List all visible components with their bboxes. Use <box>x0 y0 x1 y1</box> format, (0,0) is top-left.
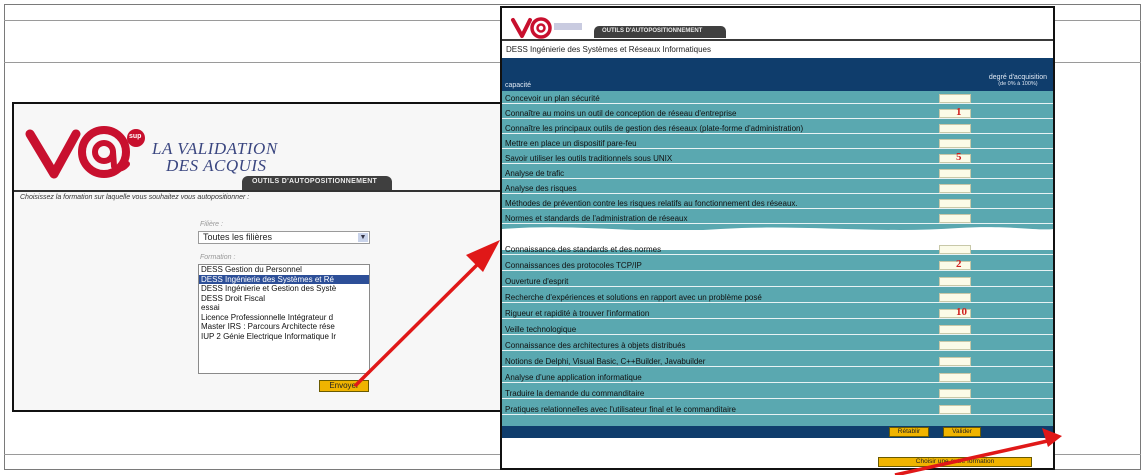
tab-autopositionnement[interactable]: OUTILS D'AUTOPOSITIONNEMENT <box>242 176 392 190</box>
acquisition-input[interactable] <box>939 124 971 133</box>
capacity-label: Connaissance des standards et des normes <box>505 245 662 254</box>
table-row: Connaître les principaux outils de gesti… <box>502 123 1053 134</box>
formation-label: Formation : <box>200 254 236 261</box>
acquisition-input[interactable] <box>939 94 971 103</box>
formation-listbox[interactable]: DESS Gestion du Personnel DESS Ingénieri… <box>198 264 370 374</box>
instruction-text: Choisissez la formation sur laquelle vou… <box>20 194 250 201</box>
acquisition-input[interactable] <box>939 169 971 178</box>
table-row: Mettre en place un dispositif pare-feu <box>502 138 1053 149</box>
header-capacite: capacité <box>505 82 532 89</box>
table-row: Connaissances des protocoles TCP/IP 2 <box>502 258 1053 271</box>
acquisition-value: 5 <box>956 151 962 163</box>
validate-button[interactable]: Valider <box>943 427 981 437</box>
filiere-select[interactable]: Toutes les filières ▼ <box>198 231 370 244</box>
acquisition-input[interactable] <box>939 341 971 350</box>
table-footer: Rétablir Valider <box>502 426 1053 438</box>
acquisition-input[interactable] <box>939 389 971 398</box>
acquisition-input[interactable] <box>939 357 971 366</box>
list-item[interactable]: Licence Professionnelle Intégrateur d <box>199 313 369 323</box>
capacity-label: Mettre en place un dispositif pare-feu <box>505 139 637 148</box>
acquisition-input[interactable] <box>939 214 971 223</box>
acquisition-value: 1 <box>956 106 962 118</box>
table-row: Analyse de trafic <box>502 168 1053 179</box>
capacity-label: Méthodes de prévention contre les risque… <box>505 199 798 208</box>
acquisition-value: 2 <box>956 258 962 270</box>
divider <box>14 190 505 192</box>
capacity-label: Traduire la demande du commanditaire <box>505 389 645 398</box>
table-row: Connaissance des standards et des normes <box>502 244 1053 255</box>
capacity-label: Analyse d'une application informatique <box>505 373 642 382</box>
acquisition-input[interactable] <box>939 293 971 302</box>
list-item[interactable]: IUP 2 Génie Electrique Informatique Ir <box>199 332 369 342</box>
acquisition-input[interactable] <box>939 261 971 270</box>
capacity-label: Pratiques relationnelles avec l'utilisat… <box>505 405 736 414</box>
table-row: Notions de Delphi, Visual Basic, C++Buil… <box>502 356 1053 367</box>
list-item[interactable]: Master IRS : Parcours Architecte rése <box>199 322 369 332</box>
capacity-table-top: capacité degré d'acquisition (de 0% à 10… <box>502 58 1053 230</box>
capacity-label: Notions de Delphi, Visual Basic, C++Buil… <box>505 357 706 366</box>
list-item-selected[interactable]: DESS Ingénierie des Systèmes et Ré <box>199 274 369 284</box>
capacity-label: Veille technologique <box>505 325 577 334</box>
table-row: Traduire la demande du commanditaire <box>502 388 1053 399</box>
table-row: Connaître au moins un outil de conceptio… <box>502 106 1053 119</box>
table-row: Analyse d'une application informatique <box>502 372 1053 383</box>
capacity-label: Connaissance des architectures à objets … <box>505 341 686 350</box>
acquisition-input[interactable] <box>939 154 971 163</box>
choose-other-formation-button[interactable]: Choisir une autre formation <box>878 457 1032 467</box>
table-header: capacité degré d'acquisition (de 0% à 10… <box>502 58 1053 91</box>
list-item[interactable]: DESS Ingénierie et Gestion des Systè <box>199 284 369 294</box>
brand-title: LA VALIDATION DES ACQUIS <box>152 139 278 175</box>
table-row: Connaissance des architectures à objets … <box>502 340 1053 351</box>
capacity-label: Savoir utiliser les outils traditionnels… <box>505 154 673 163</box>
self-assessment-panel: OUTILS D'AUTOPOSITIONNEMENT DESS Ingénie… <box>500 6 1055 470</box>
table-row: Pratiques relationnelles avec l'utilisat… <box>502 404 1053 415</box>
acquisition-input[interactable] <box>939 184 971 193</box>
vae-logo-small <box>510 14 586 40</box>
capacity-label: Rigueur et rapidité à trouver l'informat… <box>505 309 650 318</box>
table-row: Analyse des risques <box>502 183 1053 194</box>
divider <box>502 39 1053 41</box>
chevron-down-icon[interactable]: ▼ <box>358 233 368 242</box>
capacity-label: Connaître les principaux outils de gesti… <box>505 124 804 133</box>
acquisition-input[interactable] <box>939 139 971 148</box>
capacity-label: Connaître au moins un outil de conceptio… <box>505 109 737 118</box>
filiere-value: Toutes les filières <box>203 232 273 242</box>
page-title: DESS Ingénierie des Systèmes et Réseaux … <box>506 45 711 54</box>
table-row: Méthodes de prévention contre les risque… <box>502 198 1053 209</box>
filiere-label: Filière : <box>200 221 223 228</box>
capacity-label: Analyse des risques <box>505 184 577 193</box>
list-item[interactable]: DESS Gestion du Personnel <box>199 265 369 275</box>
acquisition-input[interactable] <box>939 405 971 414</box>
capacity-label: Ouverture d'esprit <box>505 277 569 286</box>
table-row: Savoir utiliser les outils traditionnels… <box>502 151 1053 164</box>
acquisition-input[interactable] <box>939 373 971 382</box>
capacity-label: Analyse de trafic <box>505 169 565 178</box>
list-item[interactable]: DESS Droit Fiscal <box>199 294 369 304</box>
capacity-label: Connaissances des protocoles TCP/IP <box>505 261 642 270</box>
acquisition-value: 10 <box>956 306 967 318</box>
table-row: Ouverture d'esprit <box>502 276 1053 287</box>
capacity-table-bottom: Connaissance des standards et des normes… <box>502 245 1053 426</box>
table-row: Rigueur et rapidité à trouver l'informat… <box>502 306 1053 319</box>
acquisition-input[interactable] <box>939 245 971 254</box>
formation-selection-panel: sup LA VALIDATION DES ACQUIS OUTILS D'AU… <box>12 102 507 412</box>
acquisition-input[interactable] <box>939 109 971 118</box>
table-row: Veille technologique <box>502 324 1053 335</box>
header-degre: degré d'acquisition (de 0% à 100%) <box>988 74 1047 87</box>
acquisition-input[interactable] <box>939 325 971 334</box>
reset-button[interactable]: Rétablir <box>889 427 929 437</box>
acquisition-input[interactable] <box>939 199 971 208</box>
table-row: Concevoir un plan sécurité <box>502 93 1053 104</box>
brand-badge: sup <box>129 133 142 140</box>
capacity-label: Recherche d'expériences et solutions en … <box>505 293 762 302</box>
table-row: Recherche d'expériences et solutions en … <box>502 292 1053 303</box>
send-button[interactable]: Envoyer <box>319 380 369 392</box>
list-item[interactable]: essai <box>199 303 369 313</box>
tab-autopositionnement[interactable]: OUTILS D'AUTOPOSITIONNEMENT <box>594 26 726 38</box>
acquisition-input[interactable] <box>939 277 971 286</box>
capacity-label: Concevoir un plan sécurité <box>505 94 600 103</box>
